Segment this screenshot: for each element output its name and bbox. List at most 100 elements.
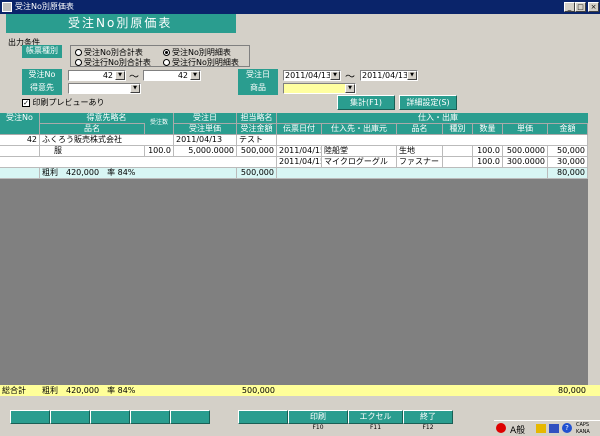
cell-empty[interactable] (0, 146, 40, 157)
grand-total-amount: 500,000 (241, 386, 275, 395)
dropdown-arrow-icon: ▼ (115, 71, 125, 80)
dropdown-arrow-icon: ▼ (190, 71, 200, 80)
grand-total-row: 総合計 粗利 420,000 率 84% 500,000 80,000 (0, 385, 600, 396)
cell-s-amount[interactable]: 30,000 (548, 157, 588, 168)
dropdown-arrow-icon: ▼ (407, 71, 417, 80)
cell-customer[interactable]: ふくろう販売株式会社 (40, 135, 174, 146)
excel-key: F11 (369, 424, 382, 431)
subtotal-amount: 500,000 (237, 168, 277, 179)
cell-supplier[interactable]: 陸船堂 (322, 146, 397, 157)
order-no-from-select[interactable]: 42 ▼ (68, 70, 126, 81)
tally-button[interactable]: 集計(F1) (337, 95, 395, 110)
print-button[interactable]: 印刷 (288, 410, 348, 424)
ime-icon[interactable] (496, 423, 506, 433)
fkey-f5-button[interactable] (170, 410, 210, 424)
col-s-qty[interactable]: 数量 (473, 124, 503, 135)
col-item-name[interactable]: 品名 (40, 124, 145, 135)
col-s-amount[interactable]: 金額 (548, 124, 588, 135)
col-staff[interactable]: 担当略名 (237, 113, 277, 124)
col-kind[interactable]: 種別 (443, 124, 473, 135)
radio-icon (163, 59, 170, 66)
ime-mode[interactable]: A般 (510, 423, 525, 436)
cell-supplier[interactable]: マイクログーグル (322, 157, 397, 168)
cell-kind[interactable] (443, 157, 473, 168)
cell-unit-price[interactable]: 5,000.0000 (174, 146, 237, 157)
result-grid[interactable]: 受注No 得意先略名 受注日 担当略名 仕入・出庫 品名 受注数 受注単価 受注… (0, 113, 600, 385)
cell-item[interactable]: 服 (40, 146, 145, 157)
cell-empty (277, 168, 548, 179)
col-amount[interactable]: 受注金額 (237, 124, 277, 135)
cell-order-date[interactable]: 2011/04/13 (174, 135, 237, 146)
cell-s-price[interactable]: 300.0000 (503, 157, 548, 168)
maximize-button[interactable]: □ (575, 2, 586, 12)
cell-qty[interactable]: 100.0 (145, 146, 174, 157)
cell-kind[interactable] (443, 146, 473, 157)
cell-s-amount[interactable]: 50,000 (548, 146, 588, 157)
print-preview-checkbox[interactable]: ✓ 印刷プレビューあり (22, 97, 105, 108)
dropdown-arrow-icon: ▼ (330, 71, 340, 80)
cell-empty[interactable] (0, 157, 277, 168)
report-type-group: 受注No別合計表 受注No別明細表 受注行No別合計表 受注行No別明細表 (70, 45, 250, 67)
col-unit-price[interactable]: 受注単価 (174, 124, 237, 135)
kana-indicator: KANA (576, 429, 590, 435)
order-no-to-select[interactable]: 42 ▼ (143, 70, 201, 81)
fkey-f3-button[interactable] (90, 410, 130, 424)
fkey-f1-button[interactable] (10, 410, 50, 424)
fkey-f2-button[interactable] (50, 410, 90, 424)
col-qty[interactable]: 受注数 (145, 113, 174, 135)
cell-staff[interactable]: テスト (237, 135, 277, 146)
grand-total-margin: 粗利 420,000 率 84% (42, 386, 136, 395)
print-key: F10 (312, 424, 324, 431)
detail-settings-button[interactable]: 詳細設定(S) (399, 95, 457, 110)
customer-label: 得意先 (22, 82, 62, 95)
radio-selected-icon (163, 49, 170, 56)
col-slip-date[interactable]: 伝票日付 (277, 124, 322, 135)
fkey-f9-button[interactable] (238, 410, 288, 424)
col-purchase-group[interactable]: 仕入・出庫 (277, 113, 600, 124)
tool-icon[interactable] (549, 424, 559, 433)
fkey-f4-button[interactable] (130, 410, 170, 424)
radio-icon (75, 59, 82, 66)
cell-empty[interactable] (277, 135, 588, 146)
cell-s-qty[interactable]: 100.0 (473, 146, 503, 157)
order-date-to-select[interactable]: 2011/04/13 ▼ (360, 70, 418, 81)
cell-order-no[interactable]: 42 (0, 135, 40, 146)
col-supplier[interactable]: 仕入先・出庫元 (322, 124, 397, 135)
close-button[interactable]: × (588, 2, 599, 12)
radio-icon (75, 49, 82, 56)
radio-line-detail[interactable]: 受注行No別明細表 (163, 57, 239, 68)
exit-key: F12 (422, 424, 434, 431)
cell-s-item[interactable]: 生地 (397, 146, 443, 157)
order-date-from-select[interactable]: 2011/04/13 ▼ (283, 70, 341, 81)
col-s-price[interactable]: 単価 (503, 124, 548, 135)
exit-button[interactable]: 終了 (403, 410, 453, 424)
cell-amount[interactable]: 500,000 (237, 146, 277, 157)
subtotal-margin: 粗利 420,000 率 84% (40, 168, 237, 179)
col-s-item[interactable]: 品名 (397, 124, 443, 135)
window-title: 受注No別原価表 (15, 2, 74, 11)
cell-s-qty[interactable]: 100.0 (473, 157, 503, 168)
order-no-label: 受注No (22, 69, 62, 82)
dictionary-icon[interactable] (536, 424, 546, 433)
grand-total-label: 総合計 (2, 386, 26, 395)
vertical-scrollbar[interactable] (588, 135, 600, 385)
product-label: 商品 (238, 82, 278, 95)
col-order-no[interactable]: 受注No (0, 113, 40, 135)
customer-select[interactable]: ▼ (68, 83, 141, 94)
range-separator: 〜 (129, 72, 139, 83)
cell-slip-date[interactable]: 2011/04/15 (277, 146, 322, 157)
col-order-date[interactable]: 受注日 (174, 113, 237, 124)
caps-indicator: CAPS (576, 422, 590, 428)
cell-slip-date[interactable]: 2011/04/15 (277, 157, 322, 168)
cell-s-price[interactable]: 500.0000 (503, 146, 548, 157)
excel-button[interactable]: エクセル (348, 410, 403, 424)
report-type-label: 帳票種別 (22, 45, 62, 58)
product-select[interactable]: ▼ (283, 83, 356, 94)
radio-line-total[interactable]: 受注行No別合計表 (75, 57, 151, 68)
grand-total-s-amount: 80,000 (558, 386, 586, 395)
cell-s-item[interactable]: ファスナー (397, 157, 443, 168)
ime-toolbar: A般 ? CAPS KANA (494, 420, 600, 436)
cell-empty (0, 168, 40, 179)
help-icon[interactable]: ? (562, 423, 572, 433)
minimize-button[interactable]: _ (564, 2, 575, 12)
